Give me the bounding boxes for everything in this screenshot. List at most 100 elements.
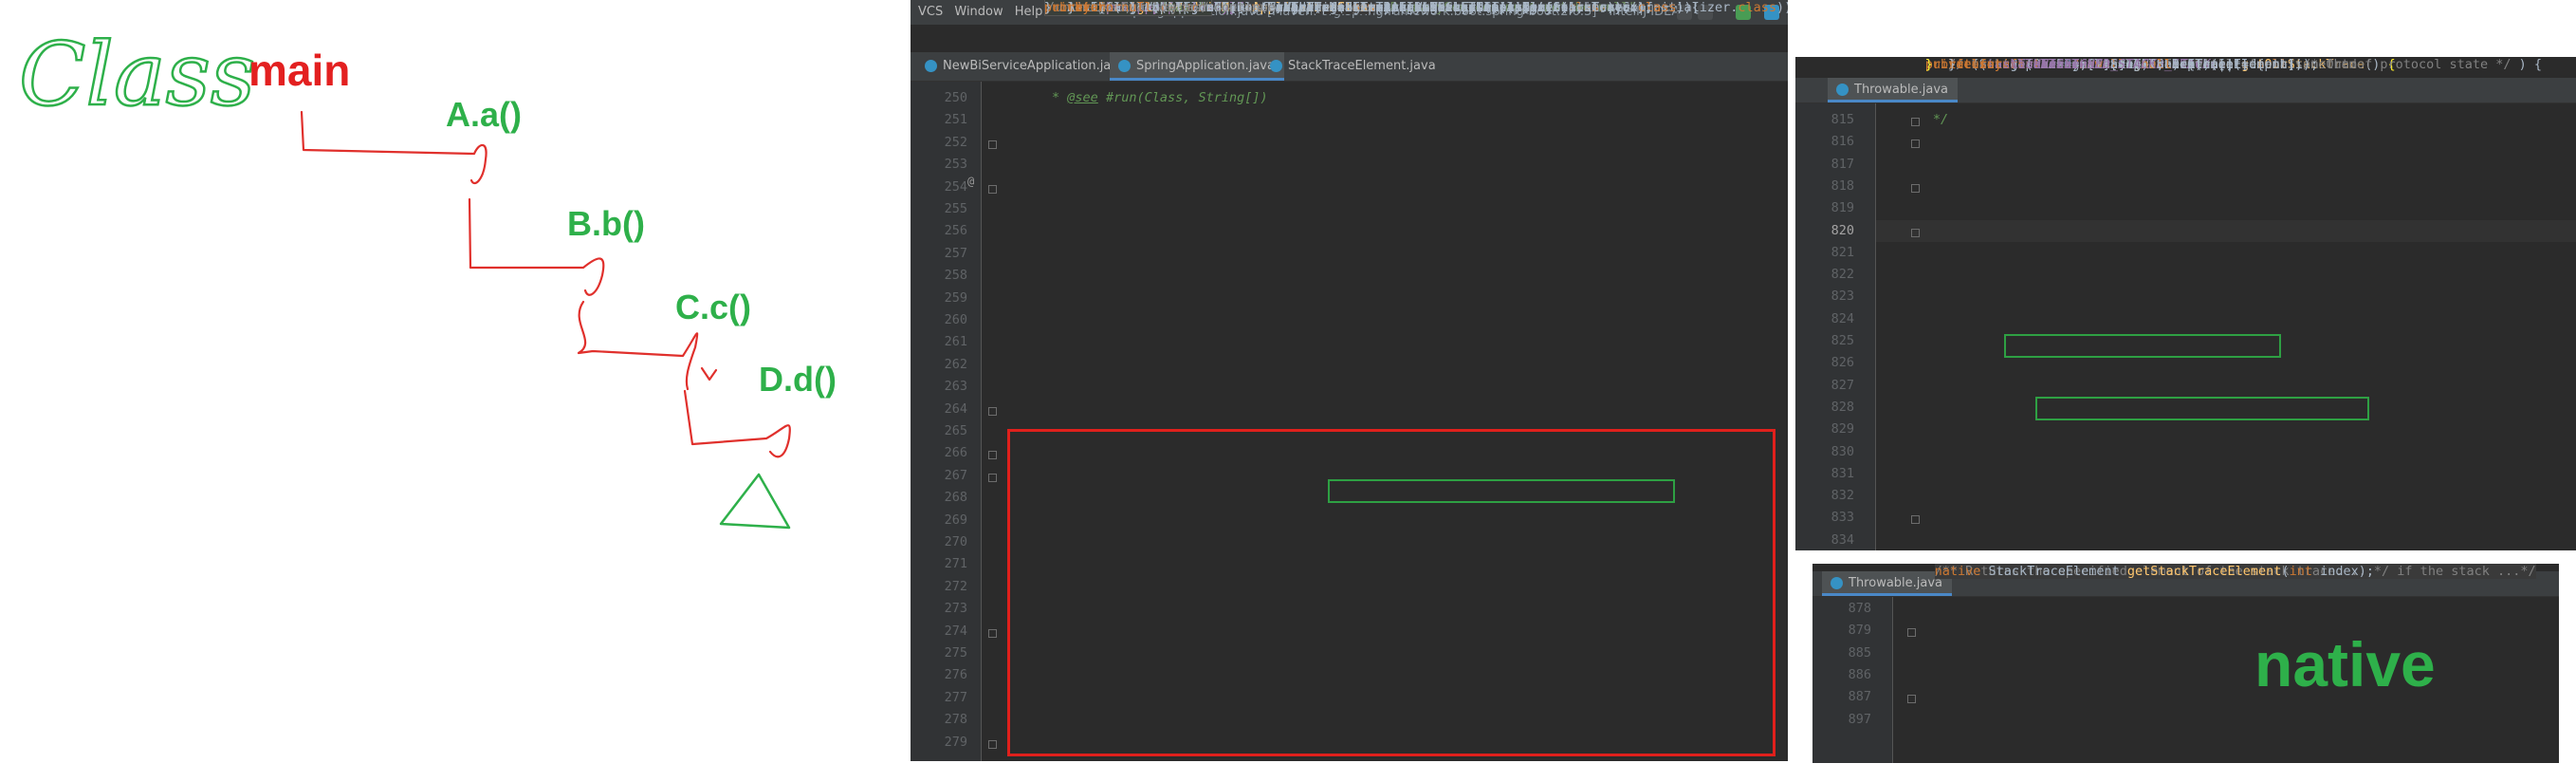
code-line: }: [990, 0, 1053, 15]
line-number: 834: [1831, 531, 1854, 548]
fold-marker-icon[interactable]: [988, 739, 997, 749]
code-line: native StackTraceElement getStackTraceEl…: [1934, 564, 2374, 579]
line-number: 271: [944, 556, 967, 572]
highlight-new-runtime-exception: [1328, 479, 1675, 503]
line-number: 257: [944, 245, 967, 261]
override-marker-icon: @: [967, 175, 975, 188]
line-number: 878: [1848, 601, 1871, 616]
loop-mark: [700, 366, 718, 382]
line-number: 254: [944, 178, 967, 195]
line-number: 887: [1848, 689, 1871, 705]
line-number: 817: [1831, 156, 1854, 172]
line-number-gutter: 815 816 817 818 819 820 821 822 823 824 825 826 827 8…: [1795, 103, 1876, 550]
line-number: 270: [944, 534, 967, 549]
fold-marker-icon[interactable]: [988, 184, 997, 194]
line-number: 262: [944, 356, 967, 372]
tab-newbiserviceapplication[interactable]: NewBiServiceApplication.java: [916, 52, 1135, 81]
tab-springapplication[interactable]: SpringApplication.java: [1110, 52, 1284, 81]
fold-marker-icon[interactable]: [1907, 628, 1916, 638]
line-number: 267: [944, 467, 967, 483]
line-number: 879: [1848, 623, 1871, 639]
call-chain-sketch: Class main A.a() B.b() C.c() D.d(): [18, 23, 837, 530]
line-number: 251: [944, 112, 967, 128]
code-line: * @see #run(Class, String[]): [1052, 90, 1268, 105]
fold-marker-icon[interactable]: [1911, 183, 1920, 193]
highlight-deduce-main-application-class: [1007, 429, 1776, 756]
line-number: 250: [944, 90, 967, 105]
line-number: 278: [944, 712, 967, 728]
line-number: 272: [944, 578, 967, 594]
line-number: 265: [944, 423, 967, 438]
line-number: 258: [944, 268, 967, 284]
line-number: 828: [1831, 399, 1854, 415]
code-line: }: [1924, 57, 1933, 72]
line-number: 279: [944, 734, 967, 750]
fold-marker-icon[interactable]: [988, 140, 997, 149]
native-annotation: native: [2254, 629, 2436, 699]
line-number: 253: [944, 157, 967, 173]
line-number: 266: [944, 445, 967, 461]
line-number: 274: [944, 623, 967, 639]
throwable-tab-bar: Throwable.java: [1795, 78, 2576, 103]
fold-marker-icon[interactable]: [988, 406, 997, 416]
line-number: 831: [1831, 465, 1854, 481]
main-label: main: [248, 46, 350, 95]
line-number: 818: [1831, 177, 1854, 194]
ide-window-throwable-bottom: Throwable.java 878879885886887897 /** Re…: [1812, 564, 2559, 763]
line-number: 824: [1831, 310, 1854, 326]
line-number: 832: [1831, 488, 1854, 504]
line-number: 897: [1848, 711, 1871, 727]
java-class-icon: [1836, 84, 1849, 96]
line-number: 268: [944, 490, 967, 506]
fold-marker-icon[interactable]: [1911, 515, 1920, 525]
ide-window-throwable-top: Throwable.java 815 816 817 818 819 820 821 822 8…: [1795, 57, 2576, 550]
line-number: 815: [1831, 112, 1854, 127]
fold-marker-icon[interactable]: [988, 473, 997, 482]
line-number: 252: [944, 134, 967, 150]
fold-marker-icon[interactable]: [1907, 695, 1916, 704]
line-number: 830: [1831, 443, 1854, 459]
line-number: 256: [944, 223, 967, 239]
java-class-icon: [1270, 60, 1282, 72]
line-number: 261: [944, 334, 967, 350]
java-class-icon: [1118, 60, 1131, 72]
tab-stacktraceelement[interactable]: StackTraceElement.java: [1261, 52, 1445, 81]
fold-marker-icon[interactable]: [1911, 228, 1920, 237]
line-number: 823: [1831, 289, 1854, 305]
line-number: 273: [944, 601, 967, 617]
line-number: 276: [944, 667, 967, 683]
line-number: 277: [944, 689, 967, 705]
fold-marker-icon[interactable]: [1911, 140, 1920, 149]
line-number: 885: [1848, 644, 1871, 661]
highlight-int-depth: [2004, 334, 2281, 358]
line-number: 255: [944, 201, 967, 216]
line-number: 826: [1831, 355, 1854, 371]
line-number: 819: [1831, 200, 1854, 216]
fold-marker-icon[interactable]: [988, 628, 997, 638]
line-number: 821: [1831, 244, 1854, 260]
line-number: 816: [1831, 134, 1854, 150]
ide-window-spring-application: VCS Window Help new-bi - SpringApplicati…: [911, 0, 1788, 761]
call-label-d: D.d(): [759, 360, 837, 399]
line-number: 886: [1848, 666, 1871, 682]
java-class-icon: [1831, 577, 1843, 589]
menu-vcs[interactable]: VCS: [918, 5, 943, 19]
call-label-c: C.c(): [675, 288, 751, 326]
call-label-a: A.a(): [446, 95, 522, 134]
highlight-stacktrace-assign: [2035, 397, 2369, 420]
line-number: 820: [1831, 222, 1854, 238]
line-number: 275: [944, 645, 967, 661]
tab-throwable[interactable]: Throwable.java: [1828, 78, 1959, 102]
line-number: 260: [944, 312, 967, 327]
editor-tab-bar: NewBiServiceApplication.java SpringAppli…: [911, 52, 1788, 82]
line-number: 269: [944, 512, 967, 528]
call-arrow-c-to-d: [683, 389, 791, 458]
triangle-sketch: [719, 473, 791, 530]
fold-marker-icon[interactable]: [988, 451, 997, 460]
line-number: 259: [944, 289, 967, 306]
line-number: 263: [944, 379, 967, 395]
line-number-gutter: 878 879 885 886 887 897: [1812, 597, 1893, 763]
call-label-b: B.b(): [567, 204, 645, 243]
line-number: 822: [1831, 267, 1854, 283]
fold-marker-icon[interactable]: [1911, 118, 1920, 126]
